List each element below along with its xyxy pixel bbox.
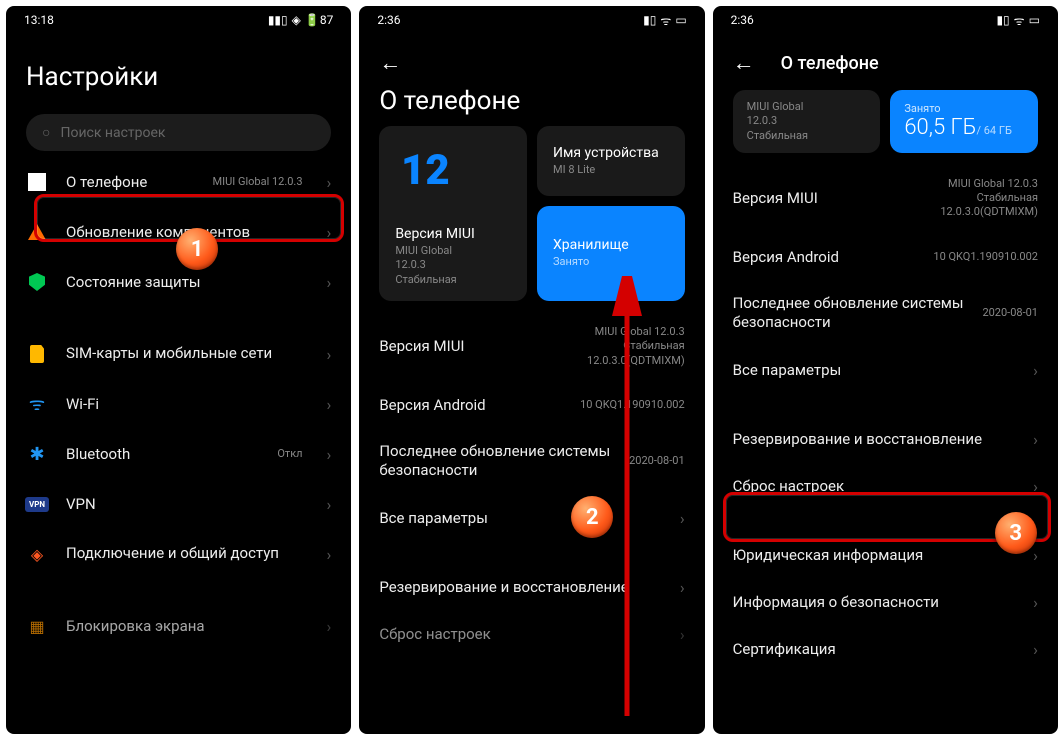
search-icon: ○ (42, 124, 50, 141)
status-bar: 2:36 ▮▯ ᯤ ▭ (713, 6, 1058, 34)
status-bar: 2:36 ▮▯ ᯤ ▭ (359, 6, 704, 34)
chevron-right-icon: › (327, 273, 332, 292)
info-cards: 12 Версия MIUI MIUI Global 12.0.3 Стабил… (359, 126, 704, 301)
page-header: ← О телефоне (713, 34, 1058, 86)
row-miui-version[interactable]: Версия MIUI MIUI Global 12.0.3 Стабильна… (359, 311, 704, 382)
status-bar: 13:18 ▮▮▯ ◈ 🔋87 (6, 6, 351, 34)
chevron-right-icon: › (327, 173, 332, 192)
signal-icon: ▮▮▯ (268, 13, 288, 27)
chevron-right-icon: › (327, 495, 332, 514)
chevron-right-icon: › (1033, 640, 1038, 659)
wifi-icon: ᯤ (26, 393, 48, 415)
status-icons: ▮▯ ᯤ ▭ (996, 12, 1040, 29)
info-cards-compact: MIUI Global 12.0.3 Стабильная Занято 60,… (713, 86, 1058, 163)
share-icon: ◈ (26, 543, 48, 565)
about-list: Версия MIUI MIUI Global 12.0.3 Стабильна… (713, 163, 1058, 734)
chevron-right-icon: › (1033, 477, 1038, 496)
bluetooth-icon: ✱ (26, 443, 48, 465)
card-storage[interactable]: Хранилище Занято (537, 206, 685, 301)
row-all-params[interactable]: Все параметры › (359, 495, 704, 542)
card-storage[interactable]: Занято 60,5 ГБ/ 64 ГБ (890, 90, 1038, 153)
phone-screen-about: 2:36 ▮▯ ᯤ ▭ ← О телефоне 12 Версия MIUI … (359, 6, 704, 734)
about-icon (26, 171, 48, 193)
row-miui-version[interactable]: Версия MIUI MIUI Global 12.0.3 Стабильна… (713, 163, 1058, 234)
signal-icon: ▮▯ (643, 13, 656, 27)
chevron-right-icon: › (1033, 361, 1038, 380)
row-android-version[interactable]: Версия Android 10 QKQ1.190910.002 (359, 382, 704, 428)
item-vpn[interactable]: VPN VPN › (6, 479, 351, 529)
step-badge-1: 1 (176, 228, 218, 270)
about-list: Версия MIUI MIUI Global 12.0.3 Стабильна… (359, 311, 704, 734)
battery-icon: 🔋87 (305, 13, 333, 27)
item-wifi[interactable]: ᯤ Wi-Fi › (6, 379, 351, 429)
battery-icon: ▭ (675, 13, 686, 27)
chevron-right-icon: › (1033, 593, 1038, 612)
page-title: О телефоне (781, 53, 879, 74)
chevron-right-icon: › (680, 625, 685, 644)
status-time: 2:36 (377, 13, 400, 27)
status-time: 2:36 (731, 13, 754, 27)
row-factory-reset[interactable]: Сброс настроек › (359, 611, 704, 658)
chevron-right-icon: › (680, 578, 685, 597)
row-backup-restore[interactable]: Резервирование и восстановление › (359, 564, 704, 611)
signal-icon: ▮▯ (996, 13, 1009, 27)
page-title: О телефоне (379, 86, 520, 116)
item-tethering[interactable]: ◈ Подключение и общий доступ › (6, 529, 351, 579)
wifi-icon: ◈ (292, 13, 301, 27)
wifi-icon: ᯤ (660, 12, 671, 29)
lock-icon: ▦ (26, 615, 48, 637)
back-button[interactable]: ← (379, 50, 401, 76)
item-lockscreen[interactable]: ▦ Блокировка экрана › (6, 601, 351, 651)
battery-icon: ▭ (1029, 13, 1040, 27)
shield-icon (26, 271, 48, 293)
status-icons: ▮▯ ᯤ ▭ (643, 12, 687, 29)
wifi-icon: ᯤ (1014, 12, 1025, 29)
card-device-name[interactable]: Имя устройства MI 8 Lite (537, 126, 685, 196)
card-miui-mini[interactable]: MIUI Global 12.0.3 Стабильная (733, 90, 881, 153)
row-certification[interactable]: Сертификация › (713, 626, 1058, 673)
row-security-patch[interactable]: Последнее обновление системы безопасност… (713, 280, 1058, 347)
item-about-phone[interactable]: О телефоне MIUI Global 12.0.3 › (6, 157, 351, 207)
chevron-right-icon: › (327, 395, 332, 414)
chevron-right-icon: › (327, 223, 332, 242)
vpn-icon: VPN (26, 493, 48, 515)
sim-icon (26, 343, 48, 365)
svg-text:12: 12 (401, 146, 450, 195)
item-security-state[interactable]: Состояние защиты › (6, 257, 351, 307)
search-placeholder: Поиск настроек (60, 125, 165, 141)
phone-screen-settings: 13:18 ▮▮▯ ◈ 🔋87 Настройки ○ Поиск настро… (6, 6, 351, 734)
miui12-logo-icon: 12 (393, 140, 453, 200)
status-icons: ▮▮▯ ◈ 🔋87 (268, 13, 334, 27)
page-title-row: О телефоне (359, 86, 704, 126)
row-all-params[interactable]: Все параметры › (713, 347, 1058, 394)
chevron-right-icon: › (327, 445, 332, 464)
page-title: Настройки (26, 62, 158, 92)
chevron-right-icon: › (327, 617, 332, 636)
row-android-version[interactable]: Версия Android 10 QKQ1.190910.002 (713, 234, 1058, 280)
page-header: ← (359, 34, 704, 86)
card-miui-version[interactable]: 12 Версия MIUI MIUI Global 12.0.3 Стабил… (379, 126, 527, 301)
row-backup-restore[interactable]: Резервирование и восстановление › (713, 416, 1058, 463)
step-badge-3: 3 (995, 512, 1037, 554)
page-header: Настройки (6, 34, 351, 104)
back-button[interactable]: ← (733, 50, 755, 76)
phone-screen-about-scrolled: 2:36 ▮▯ ᯤ ▭ ← О телефоне MIUI Global 12.… (713, 6, 1058, 734)
chevron-right-icon: › (327, 545, 332, 564)
search-input[interactable]: ○ Поиск настроек (26, 114, 331, 151)
item-sim[interactable]: SIM-карты и мобильные сети › (6, 329, 351, 379)
chevron-right-icon: › (1033, 546, 1038, 565)
item-bluetooth[interactable]: ✱ Bluetooth Откл › (6, 429, 351, 479)
chevron-right-icon: › (1033, 430, 1038, 449)
row-security-info[interactable]: Информация о безопасности › (713, 579, 1058, 626)
chevron-right-icon: › (680, 509, 685, 528)
row-security-patch[interactable]: Последнее обновление системы безопасност… (359, 428, 704, 495)
row-factory-reset[interactable]: Сброс настроек › (713, 463, 1058, 510)
status-time: 13:18 (24, 13, 54, 27)
update-icon (26, 221, 48, 243)
chevron-right-icon: › (327, 345, 332, 364)
